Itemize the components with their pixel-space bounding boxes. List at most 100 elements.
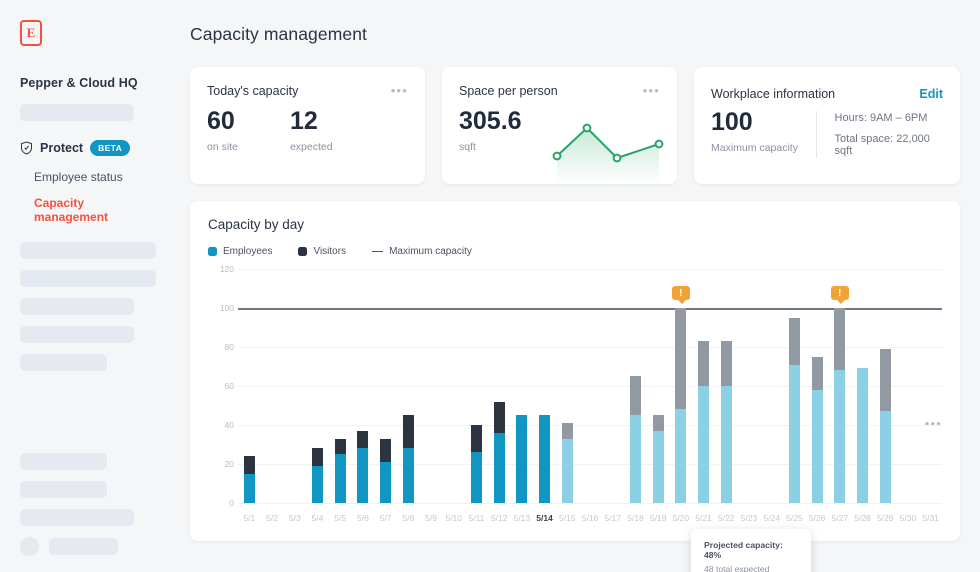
x-axis-tick-label: 5/23 [741, 513, 758, 523]
gridline [238, 503, 942, 504]
metric-label: on site [207, 141, 238, 153]
y-axis: 020406080100120 [208, 269, 234, 503]
over-capacity-warning-icon[interactable]: ! [672, 286, 690, 300]
bar-segment-employees [789, 365, 800, 503]
bar-segment-visitors [653, 415, 664, 431]
avatar [20, 537, 39, 556]
bar-segment-employees [539, 415, 550, 503]
card-body: 100 Maximum capacity Hours: 9AM – 6PM To… [711, 109, 943, 166]
bar-5-11[interactable] [471, 425, 482, 503]
bar-5-29[interactable] [880, 349, 891, 503]
sidebar-skeleton-item [20, 481, 107, 498]
sidebar-section-protect[interactable]: Protect BETA [20, 140, 160, 156]
bar-5-15[interactable] [562, 423, 573, 503]
sidebar-item-employee-status[interactable]: Employee status [34, 170, 160, 184]
app-logo[interactable]: E [20, 20, 42, 46]
legend-item-employees[interactable]: Employees [208, 246, 272, 257]
bar-segment-visitors [675, 308, 686, 409]
bar-5-18[interactable] [630, 376, 641, 503]
bar-segment-visitors [562, 423, 573, 439]
metric-value: 12 [290, 108, 333, 134]
bar-5-19[interactable] [653, 415, 664, 503]
sidebar-skeleton-item [20, 326, 134, 343]
sidebar-skeleton-item [49, 538, 118, 555]
bar-5-21[interactable] [698, 341, 709, 503]
card-overflow-menu-icon[interactable]: ••• [643, 84, 660, 97]
tooltip-total: 48 total expected [704, 564, 798, 572]
x-axis-tick-label: 5/24 [763, 513, 780, 523]
bar-5-8[interactable] [403, 415, 414, 503]
edit-link[interactable]: Edit [919, 87, 943, 101]
legend-item-visitors[interactable]: Visitors [298, 246, 346, 257]
bar-5-27[interactable] [834, 308, 845, 503]
legend-line-icon [372, 251, 383, 253]
x-axis-tick-label: 5/2 [266, 513, 278, 523]
x-axis-tick-label: 5/31 [922, 513, 939, 523]
sidebar-skeleton-item [20, 354, 107, 371]
y-axis-tick-label: 40 [225, 420, 234, 430]
over-capacity-warning-icon[interactable]: ! [831, 286, 849, 300]
x-axis-tick-label: 5/8 [402, 513, 414, 523]
bar-segment-visitors [721, 341, 732, 386]
metric-value: 60 [207, 108, 238, 134]
y-axis-tick-label: 60 [225, 381, 234, 391]
y-axis-tick-label: 80 [225, 342, 234, 352]
card-overflow-menu-icon[interactable]: ••• [391, 84, 408, 97]
x-axis-tick-label: 5/7 [380, 513, 392, 523]
x-axis-tick-label: 5/18 [627, 513, 644, 523]
legend-item-maximum-capacity[interactable]: Maximum capacity [372, 246, 472, 257]
sidebar-skeleton-item [20, 453, 107, 470]
x-axis-tick-label: 5/10 [445, 513, 462, 523]
bar-5-13[interactable] [516, 415, 527, 503]
bar-segment-visitors [812, 357, 823, 390]
bar-segment-employees [653, 431, 664, 503]
card-title: Today's capacity [207, 84, 298, 98]
x-axis-tick-label: 5/14 [536, 513, 553, 523]
bar-5-6[interactable] [357, 431, 368, 503]
bar-5-22[interactable] [721, 341, 732, 503]
bar-segment-visitors [244, 456, 255, 474]
bar-5-1[interactable] [244, 456, 255, 503]
bar-5-12[interactable] [494, 402, 505, 503]
bar-5-20[interactable] [675, 308, 686, 503]
bar-segment-visitors [403, 415, 414, 448]
bar-segment-visitors [494, 402, 505, 433]
max-capacity-block: 100 Maximum capacity [711, 109, 816, 166]
sidebar-skeleton-item [20, 242, 156, 259]
bar-segment-visitors [630, 376, 641, 415]
bar-segment-employees [562, 439, 573, 503]
metric-expected: 12 expected [290, 108, 333, 153]
bar-5-4[interactable] [312, 448, 323, 503]
card-title: Workplace information [711, 87, 835, 101]
sidebar-account-row[interactable] [20, 537, 160, 556]
org-name: Pepper & Cloud HQ [20, 76, 160, 90]
x-axis-tick-label: 5/22 [718, 513, 735, 523]
sidebar-item-capacity-management[interactable]: Capacity management [34, 196, 160, 224]
card-space-per-person: Space per person ••• 305.6 sqft [442, 67, 677, 184]
bar-5-5[interactable] [335, 439, 346, 503]
bar-segment-employees [721, 386, 732, 503]
card-header: Workplace information Edit [711, 87, 943, 101]
page-title: Capacity management [190, 24, 960, 45]
chart-bars [238, 269, 942, 503]
bar-5-7[interactable] [380, 439, 391, 503]
bar-segment-employees [516, 415, 527, 503]
bar-5-14[interactable] [539, 415, 550, 503]
bar-5-25[interactable] [789, 318, 800, 503]
bar-segment-visitors [380, 439, 391, 462]
chart-title: Capacity by day [208, 217, 942, 232]
bar-5-28[interactable] [857, 368, 868, 503]
bar-segment-employees [857, 368, 868, 503]
bar-segment-employees [812, 390, 823, 503]
x-axis-tick-label: 5/25 [786, 513, 803, 523]
sidebar-skeleton-item [20, 104, 134, 121]
bar-5-26[interactable] [812, 357, 823, 503]
protect-label: Protect [40, 141, 83, 155]
card-header: Space per person ••• [459, 84, 660, 98]
bar-segment-employees [471, 452, 482, 503]
bar-segment-employees [244, 474, 255, 503]
x-axis-tick-label: 5/21 [695, 513, 712, 523]
metric-value: 100 [711, 109, 816, 135]
shield-icon [20, 141, 33, 155]
bar-segment-employees [335, 454, 346, 503]
